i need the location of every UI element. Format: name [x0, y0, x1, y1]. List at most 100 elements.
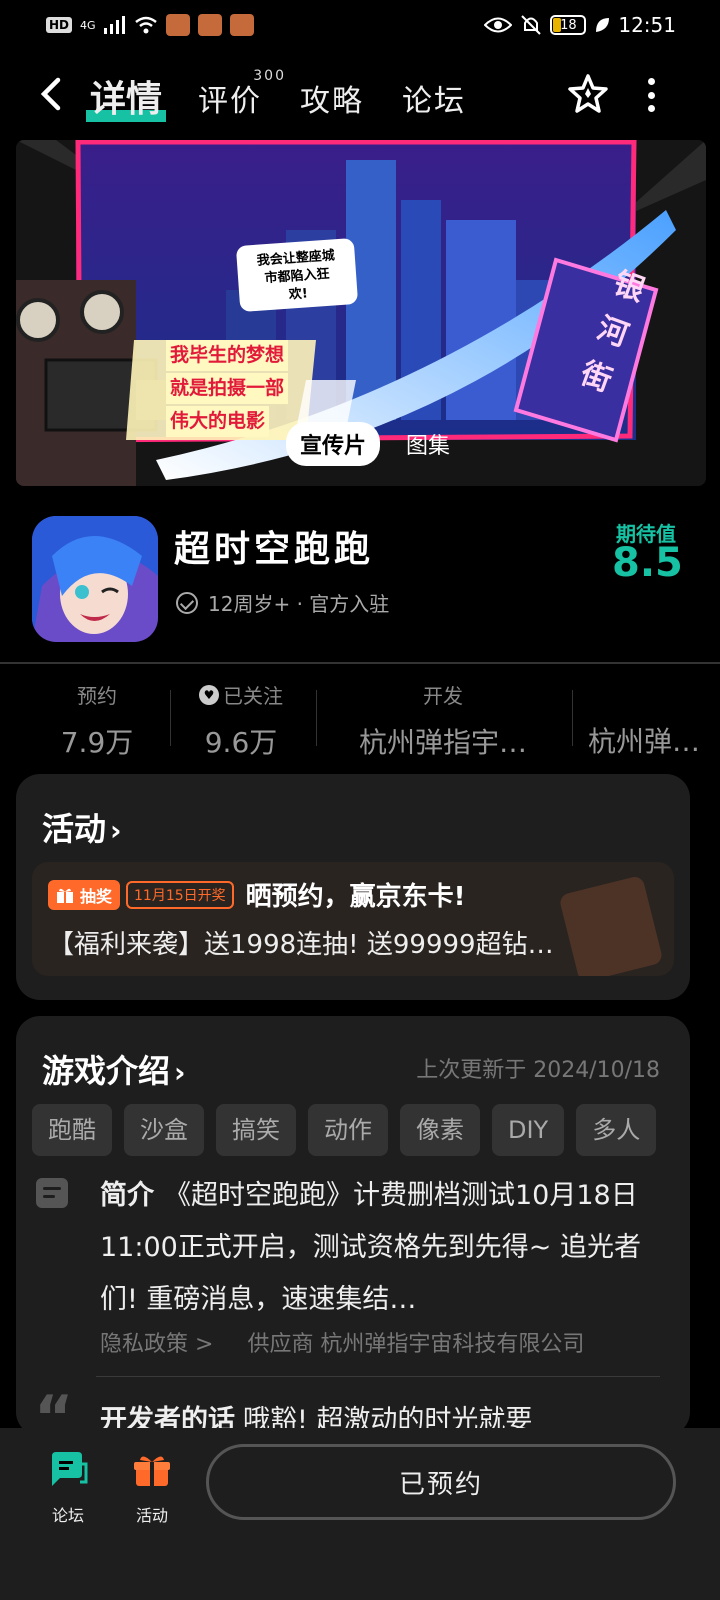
more-vertical-icon — [647, 78, 655, 85]
supplier-info: 供应商 杭州弹指宇宙科技有限公司 — [247, 1332, 585, 1357]
leaf-icon — [596, 18, 610, 32]
more-button[interactable] — [644, 78, 658, 112]
tag[interactable]: 像素 — [400, 1104, 480, 1156]
card-title-text: 游戏介绍 — [42, 1052, 171, 1090]
review-count: 300 — [253, 68, 286, 84]
heart-icon: ♥ — [199, 684, 219, 705]
network-indicator: 4G — [80, 18, 96, 32]
promo-item[interactable]: 抽奖 11月15日开奖 晒预约，赢京东卡! 【福利来袭】送1998连抽! 送99… — [32, 862, 674, 976]
intro-summary[interactable]: 简介 《超时空跑跑》计费删档测试10月18日11:00正式开启，测试资格先到先得~… — [100, 1170, 660, 1326]
stat-developer[interactable]: 开发 杭州弹指宇… — [340, 680, 546, 760]
app-notification-icon — [165, 14, 190, 36]
document-icon — [36, 1178, 68, 1208]
tag[interactable]: 搞笑 — [216, 1104, 296, 1156]
tab-label: 评价 — [198, 84, 262, 119]
tag[interactable]: 动作 — [308, 1104, 388, 1156]
activity-card: 活动 › 抽奖 11月15日开奖 晒预约，赢京东卡! 【福利来袭】送1998连抽!… — [16, 774, 690, 1000]
eye-icon — [484, 17, 513, 33]
app-notification-icon — [229, 14, 254, 36]
bottom-action-bar: 论坛 活动 已预约 — [0, 1428, 720, 1600]
stat-label: 已关注 — [223, 684, 283, 708]
signal-icon — [103, 16, 125, 34]
stat-label: 开发 — [423, 684, 463, 708]
tab-guides[interactable]: 攻略 — [300, 76, 364, 120]
favorite-button[interactable] — [566, 72, 610, 116]
divider — [572, 690, 573, 746]
star-icon — [568, 74, 608, 113]
promo-headline: 晒预约，赢京东卡! — [245, 882, 466, 912]
speech-bubble: 我会让整座城 市都陷入狂 欢! — [235, 237, 359, 313]
battery-icon: 18 — [550, 15, 587, 35]
intro-card: 游戏介绍 › 上次更新于 2024/10/18 跑酷 沙盒 搞笑 动作 像素 DIY 多人 简… — [16, 1016, 690, 1448]
quote-line: 伟大的电影 — [166, 406, 270, 437]
tab-details[interactable]: 详情 — [86, 70, 167, 122]
stat-value: 9.6万 — [204, 726, 278, 759]
chevron-right-icon: › — [110, 814, 122, 847]
tag[interactable]: 多人 — [576, 1104, 657, 1156]
stat-reservations: 预约 7.9万 — [50, 680, 144, 760]
age-and-official: 12周岁+ · 官方入驻 — [208, 592, 390, 616]
hd-indicator: HD — [46, 17, 73, 33]
reserved-button[interactable]: 已预约 — [206, 1444, 676, 1520]
summary-label: 简介 — [100, 1180, 154, 1211]
card-title-text: 活动 — [42, 810, 107, 848]
activity-title[interactable]: 活动 › — [42, 804, 122, 850]
divider — [0, 662, 720, 664]
gift-icon — [57, 888, 73, 903]
intro-title[interactable]: 游戏介绍 › — [42, 1046, 186, 1092]
divider — [170, 690, 171, 746]
stat-followers[interactable]: ♥ 已关注 9.6万 — [186, 680, 296, 760]
stat-value: 杭州弹… — [588, 725, 701, 758]
gift-icon — [134, 1456, 170, 1486]
quote-line: 我毕生的梦想 — [166, 340, 289, 371]
game-icon — [32, 516, 158, 642]
verified-icon — [176, 591, 198, 614]
media-tabs: 宣传片 图集 — [286, 422, 464, 466]
stat-label: 预约 — [77, 684, 117, 708]
tab-forum[interactable]: 论坛 — [402, 76, 466, 120]
wifi-icon — [134, 16, 157, 34]
stat-publisher[interactable]: 杭州弹… — [588, 680, 720, 760]
mute-bell-icon — [521, 15, 542, 35]
quote-line: 就是拍摄一部 — [166, 373, 289, 404]
tag[interactable]: 沙盒 — [124, 1104, 204, 1156]
game-meta: 12周岁+ · 官方入驻 — [176, 588, 389, 617]
gift-watermark-icon — [558, 874, 664, 976]
back-button[interactable] — [36, 74, 64, 121]
media-banner[interactable]: 我会让整座城 市都陷入狂 欢! 我毕生的梦想 就是拍摄一部 伟大的电影 银 河 … — [16, 140, 706, 486]
stats-row: 预约 7.9万 ♥ 已关注 9.6万 开发 杭州弹指宇… 杭州弹… — [0, 680, 720, 760]
tab-gallery[interactable]: 图集 — [392, 422, 464, 466]
info-links: 隐私政策 > 供应商 杭州弹指宇宙科技有限公司 — [100, 1326, 680, 1358]
divider — [96, 1376, 660, 1377]
forum-label: 论坛 — [51, 1506, 84, 1525]
tab-label: 详情 — [90, 79, 163, 120]
tag-list: 跑酷 沙盒 搞笑 动作 像素 DIY 多人 — [32, 1104, 678, 1158]
tab-label: 论坛 — [402, 84, 466, 119]
chevron-right-icon: › — [174, 1056, 186, 1089]
game-title: 超时空跑跑 — [174, 529, 375, 570]
chevron-left-icon — [40, 77, 61, 111]
stat-value: 7.9万 — [60, 726, 134, 759]
summary-text: 《超时空跑跑》计费删档测试10月18日11:00正式开启，测试资格先到先得~ 追… — [100, 1180, 642, 1315]
stat-value: 杭州弹指宇… — [358, 726, 527, 759]
badge-text: 抽奖 — [80, 886, 113, 906]
tag[interactable]: 跑酷 — [32, 1104, 112, 1156]
tab-reviews[interactable]: 评价 300 — [198, 68, 284, 120]
top-nav: 详情 评价 300 攻略 论坛 — [0, 60, 720, 132]
tag[interactable]: DIY — [492, 1104, 565, 1156]
privacy-policy-link[interactable]: 隐私政策 > — [100, 1332, 213, 1357]
stat-label-wrap: ♥ 已关注 — [186, 680, 296, 709]
promo-desc: 【福利来袭】送1998连抽! 送99999超钻… — [48, 930, 554, 960]
divider — [316, 690, 317, 746]
draw-date: 11月15日开奖 — [126, 880, 234, 909]
forum-button[interactable]: 论坛 — [38, 1452, 98, 1526]
tab-trailer[interactable]: 宣传片 — [286, 422, 381, 466]
clock: 12:51 — [618, 13, 676, 37]
activity-button[interactable]: 活动 — [122, 1452, 182, 1526]
tab-label: 攻略 — [300, 84, 364, 119]
game-avatar-art — [32, 516, 158, 642]
expectation-score: 8.5 — [612, 540, 683, 586]
status-bar: HD 4G 18 12:51 — [0, 0, 720, 50]
lottery-badge: 抽奖 — [48, 879, 121, 910]
app-notification-icon — [197, 14, 222, 36]
